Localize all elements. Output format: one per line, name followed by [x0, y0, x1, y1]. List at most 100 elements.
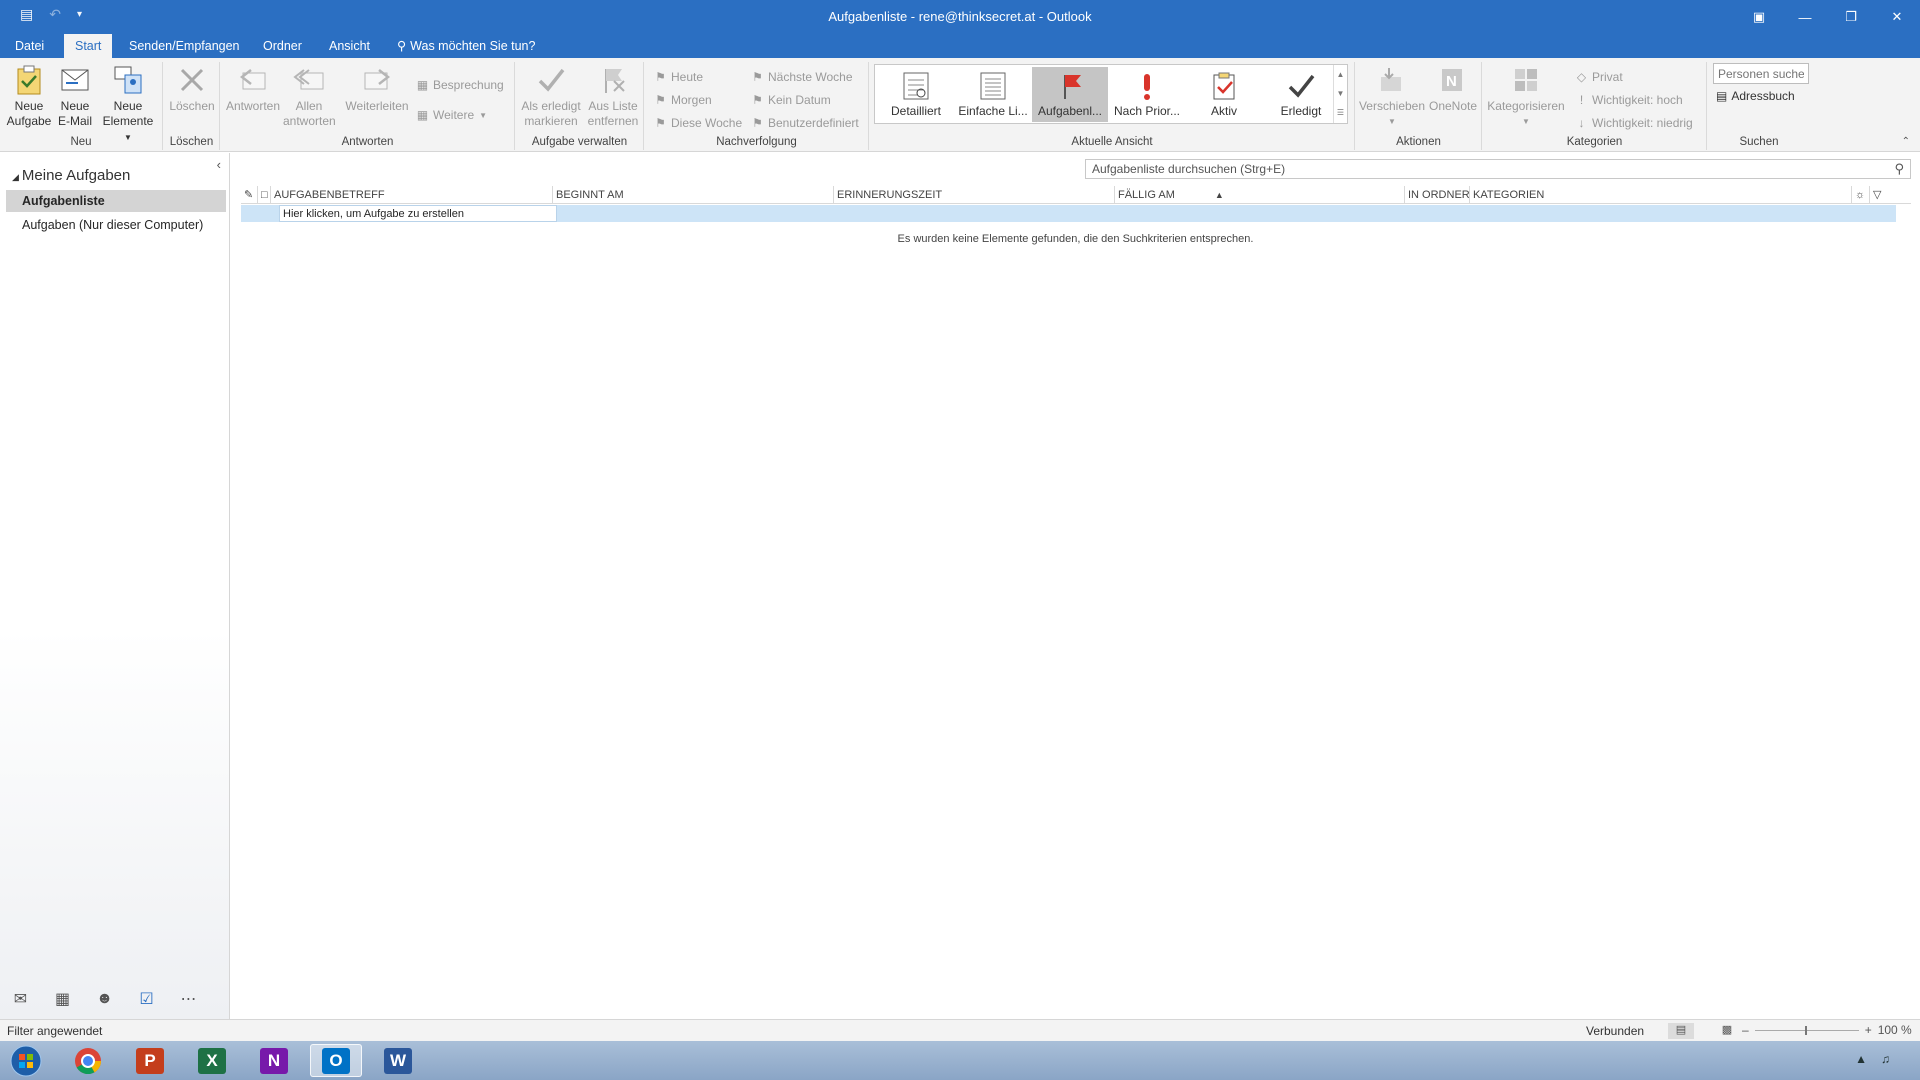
people-search-input[interactable] [1713, 63, 1809, 84]
folder-item-aufgabenliste[interactable]: Aufgabenliste [6, 190, 226, 212]
zoom-slider[interactable] [1754, 1025, 1859, 1035]
zoom-in-icon[interactable]: + [1865, 1023, 1872, 1037]
flag-today-button[interactable]: ⚑ Heute [655, 70, 703, 84]
taskbar-outlook[interactable]: O [310, 1044, 362, 1077]
calendar-icon[interactable]: ▦ [52, 989, 73, 1009]
gallery-up-icon[interactable]: ▲ [1334, 65, 1347, 84]
folder-item-aufgaben-computer[interactable]: Aufgaben (Nur dieser Computer) [6, 214, 226, 236]
taskbar-powerpoint[interactable]: P [124, 1044, 176, 1077]
task-search-box[interactable]: Aufgabenliste durchsuchen (Strg+E) ⚲ [1085, 159, 1911, 179]
flag-custom-button[interactable]: ⚑ Benutzerdefiniert [752, 116, 859, 130]
new-task-button[interactable]: Neue Aufgabe [4, 64, 54, 129]
new-email-button[interactable]: Neue E-Mail [54, 64, 96, 129]
meeting-icon: ▦ [416, 78, 429, 92]
tab-datei[interactable]: Datei [4, 34, 55, 58]
start-button[interactable] [0, 1044, 52, 1077]
group-label-loeschen: Löschen [169, 136, 214, 148]
reminder-column-icon[interactable]: ☼ [1851, 186, 1869, 204]
flag-next-week-button[interactable]: ⚑ Nächste Woche [752, 70, 852, 84]
reply-button[interactable]: Antworten [223, 64, 283, 114]
mail-icon[interactable]: ✉ [10, 989, 31, 1009]
flag-no-date-label: Kein Datum [768, 93, 831, 107]
more-apps-icon[interactable]: ⋯ [178, 989, 199, 1009]
new-email-icon [59, 64, 91, 96]
reading-view-icon[interactable]: ▩ [1714, 1023, 1740, 1039]
tasks-icon[interactable]: ☑ [136, 989, 157, 1009]
close-button[interactable]: ✕ [1874, 0, 1920, 34]
system-tray: ▲ ♫ [1855, 1052, 1890, 1066]
remove-from-list-button[interactable]: Aus Liste entfernen [584, 64, 642, 129]
delete-button[interactable]: Löschen [166, 64, 218, 114]
view-erledigt[interactable]: Erledigt [1263, 67, 1339, 122]
group-label-aktuelle-ansicht: Aktuelle Ansicht [1071, 136, 1153, 148]
minimize-button[interactable]: — [1782, 0, 1828, 34]
flag-this-week-button[interactable]: ⚑ Diese Woche [655, 116, 742, 130]
reply-all-button[interactable]: Allen antworten [283, 64, 336, 129]
tab-start[interactable]: Start [64, 34, 113, 58]
tray-expand-icon[interactable]: ▲ [1855, 1052, 1867, 1066]
new-items-button[interactable]: Neue Elemente ▼ [98, 64, 158, 145]
collapse-folder-pane-icon[interactable]: ‹ [217, 157, 221, 172]
taskbar-excel[interactable]: X [186, 1044, 238, 1077]
column-faellig-am[interactable]: FÄLLIG AM ▲ [1114, 186, 1404, 204]
normal-view-icon[interactable]: ▤ [1668, 1023, 1694, 1039]
gallery-more-icon[interactable]: ☰ [1334, 103, 1347, 122]
column-aufgabenbetreff[interactable]: AUFGABENBETREFF [270, 186, 552, 204]
taskbar-word[interactable]: W [372, 1044, 424, 1077]
mark-complete-button[interactable]: Als erledigt markieren [518, 64, 584, 129]
meeting-button[interactable]: ▦ Besprechung [417, 78, 504, 92]
flag-no-date-button[interactable]: ⚑ Kein Datum [752, 93, 831, 107]
view-aktiv[interactable]: Aktiv [1186, 67, 1262, 122]
taskbar-chrome[interactable] [62, 1044, 114, 1077]
column-faellig-am-label: FÄLLIG AM [1118, 189, 1175, 201]
dropdown-arrow-icon: ▼ [479, 110, 488, 120]
onenote-button[interactable]: N OneNote [1426, 64, 1480, 114]
column-in-ordner[interactable]: IN ORDNER [1404, 186, 1470, 204]
move-button[interactable]: Verschieben ▼ [1358, 64, 1426, 129]
attachment-column-icon[interactable]: □ [257, 186, 270, 204]
delete-label: Löschen [169, 99, 215, 113]
flag-column-icon[interactable]: ▽ [1869, 186, 1887, 204]
group-label-antworten: Antworten [341, 136, 394, 148]
search-icon[interactable]: ⚲ [1894, 161, 1904, 177]
view-nach-prioritaet[interactable]: Nach Prior... [1109, 67, 1185, 122]
new-task-input-cell[interactable]: Hier klicken, um Aufgabe zu erstellen [279, 205, 557, 222]
ribbon-display-options-icon[interactable]: ▣ [1736, 0, 1782, 34]
importance-low-button[interactable]: ↓ Wichtigkeit: niedrig [1576, 116, 1693, 130]
more-button[interactable]: ▦ Weitere ▼ [417, 108, 487, 122]
tell-me-box[interactable]: ⚲ Was möchten Sie tun? [386, 34, 546, 58]
view-aufgabenliste[interactable]: Aufgabenl... [1032, 67, 1108, 122]
collapse-ribbon-icon[interactable]: ⌃ [1902, 136, 1910, 147]
forward-button[interactable]: Weiterleiten [345, 64, 409, 114]
private-button[interactable]: ◇ Privat [1576, 70, 1623, 84]
tab-ordner[interactable]: Ordner [252, 34, 313, 58]
gallery-down-icon[interactable]: ▼ [1334, 84, 1347, 103]
flag-tomorrow-button[interactable]: ⚑ Morgen [655, 93, 712, 107]
window-title: Aufgabenliste - rene@thinksecret.at - Ou… [828, 9, 1092, 24]
detailed-view-icon [878, 67, 954, 101]
flag-today-label: Heute [671, 70, 704, 84]
taskbar-onenote[interactable]: N [248, 1044, 300, 1077]
column-erinnerungszeit[interactable]: ERINNERUNGSZEIT [833, 186, 1114, 204]
zoom-slider-thumb[interactable] [1804, 1025, 1807, 1035]
column-beginnt-am[interactable]: BEGINNT AM [552, 186, 833, 204]
folder-section-header[interactable]: ◢ Meine Aufgaben [12, 167, 130, 184]
importance-high-button[interactable]: ! Wichtigkeit: hoch [1576, 93, 1683, 107]
zoom-out-icon[interactable]: – [1742, 1023, 1749, 1037]
view-einfache-liste[interactable]: Einfache Li... [955, 67, 1031, 122]
people-icon[interactable]: ☻ [94, 990, 115, 1008]
address-book-button[interactable]: ▤ Adressbuch [1716, 89, 1795, 103]
volume-icon[interactable]: ♫ [1881, 1052, 1890, 1066]
tab-ansicht[interactable]: Ansicht [318, 34, 381, 58]
simple-list-icon [955, 67, 1031, 101]
view-detailliert[interactable]: Detailliert [878, 67, 954, 122]
categorize-button[interactable]: Kategorisieren ▼ [1487, 64, 1565, 129]
task-type-column-icon[interactable]: ✎ [241, 186, 257, 204]
chrome-icon [75, 1047, 102, 1074]
reply-icon [237, 64, 269, 96]
restore-button[interactable]: ❐ [1828, 0, 1874, 34]
new-task-row[interactable]: Hier klicken, um Aufgabe zu erstellen [241, 205, 1896, 222]
zoom-level[interactable]: 100 % [1878, 1023, 1912, 1037]
column-kategorien[interactable]: KATEGORIEN [1469, 186, 1851, 204]
tab-senden-empfangen[interactable]: Senden/Empfangen [118, 34, 251, 58]
